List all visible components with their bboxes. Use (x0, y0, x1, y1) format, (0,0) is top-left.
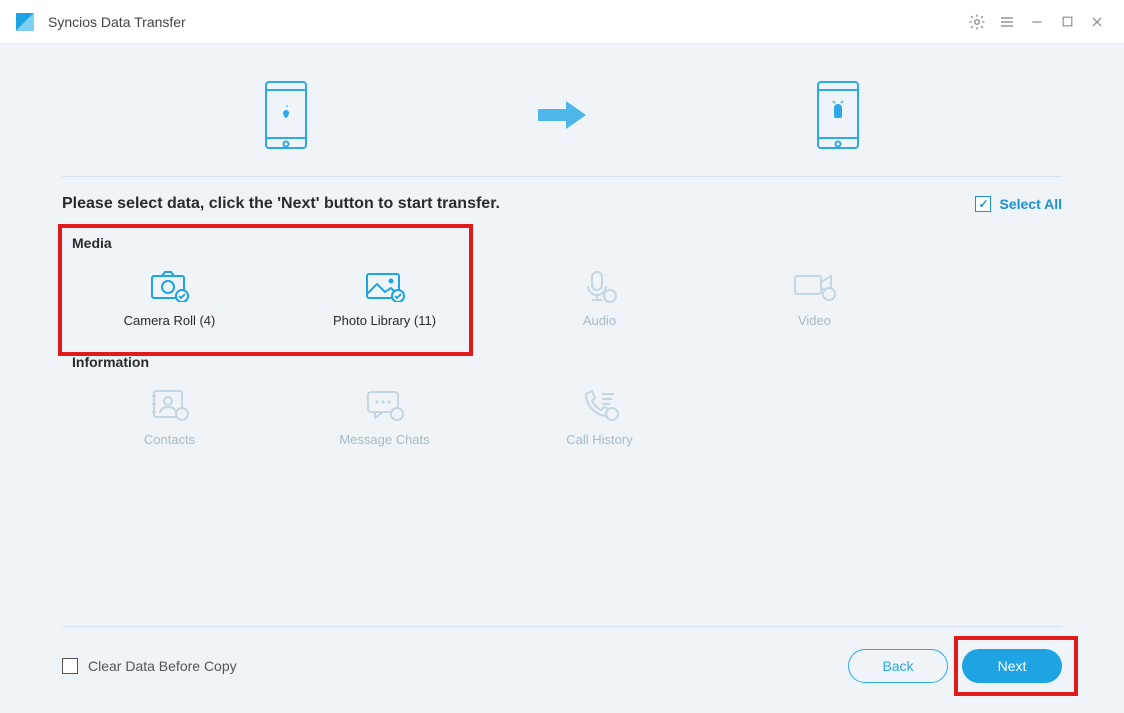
minimize-icon[interactable] (1022, 7, 1052, 37)
target-device-icon (814, 80, 862, 155)
source-device-icon (262, 80, 310, 155)
divider (62, 176, 1062, 177)
item-photo-library[interactable]: Photo Library (11) (277, 261, 492, 334)
item-camera-roll[interactable]: Camera Roll (4) (62, 261, 277, 334)
app-logo-icon (12, 9, 38, 35)
item-audio[interactable]: Audio (492, 261, 707, 334)
main-panel: Please select data, click the 'Next' but… (0, 44, 1124, 713)
photo-icon (277, 267, 492, 305)
app-title: Syncios Data Transfer (48, 14, 186, 30)
clear-data-toggle[interactable]: Clear Data Before Copy (62, 658, 237, 674)
video-icon (707, 267, 922, 305)
instruction-text: Please select data, click the 'Next' but… (62, 195, 500, 213)
video-label: Video (707, 313, 922, 328)
item-message-chats[interactable]: Message Chats (277, 380, 492, 453)
close-icon[interactable] (1082, 7, 1112, 37)
footer: Clear Data Before Copy Back Next (62, 649, 1062, 683)
information-items: Contacts Message Chats (62, 380, 1062, 453)
next-button[interactable]: Next (962, 649, 1062, 683)
message-icon (277, 386, 492, 424)
footer-divider (62, 626, 1062, 627)
media-section-title: Media (72, 235, 1062, 251)
call-history-icon (492, 386, 707, 424)
clear-data-checkbox[interactable] (62, 658, 78, 674)
back-button[interactable]: Back (848, 649, 948, 683)
transfer-arrow-icon (538, 101, 586, 134)
information-section-title: Information (72, 354, 1062, 370)
titlebar: Syncios Data Transfer (0, 0, 1124, 44)
maximize-icon[interactable] (1052, 7, 1082, 37)
message-chats-label: Message Chats (277, 432, 492, 447)
contacts-icon (62, 386, 277, 424)
camera-icon (62, 267, 277, 305)
select-all-checkbox[interactable] (975, 196, 991, 212)
photo-library-label: Photo Library (11) (277, 313, 492, 328)
call-history-label: Call History (492, 432, 707, 447)
item-call-history[interactable]: Call History (492, 380, 707, 453)
item-video[interactable]: Video (707, 261, 922, 334)
item-contacts[interactable]: Contacts (62, 380, 277, 453)
media-items: Camera Roll (4) Photo Library (11) (62, 261, 1062, 334)
instruction-row: Please select data, click the 'Next' but… (62, 195, 1062, 213)
settings-icon[interactable] (962, 7, 992, 37)
select-all-toggle[interactable]: Select All (975, 196, 1062, 212)
audio-label: Audio (492, 313, 707, 328)
contacts-label: Contacts (62, 432, 277, 447)
clear-data-label: Clear Data Before Copy (88, 658, 237, 674)
device-row (62, 72, 1062, 162)
menu-icon[interactable] (992, 7, 1022, 37)
select-all-label: Select All (999, 196, 1062, 212)
audio-icon (492, 267, 707, 305)
camera-roll-label: Camera Roll (4) (62, 313, 277, 328)
